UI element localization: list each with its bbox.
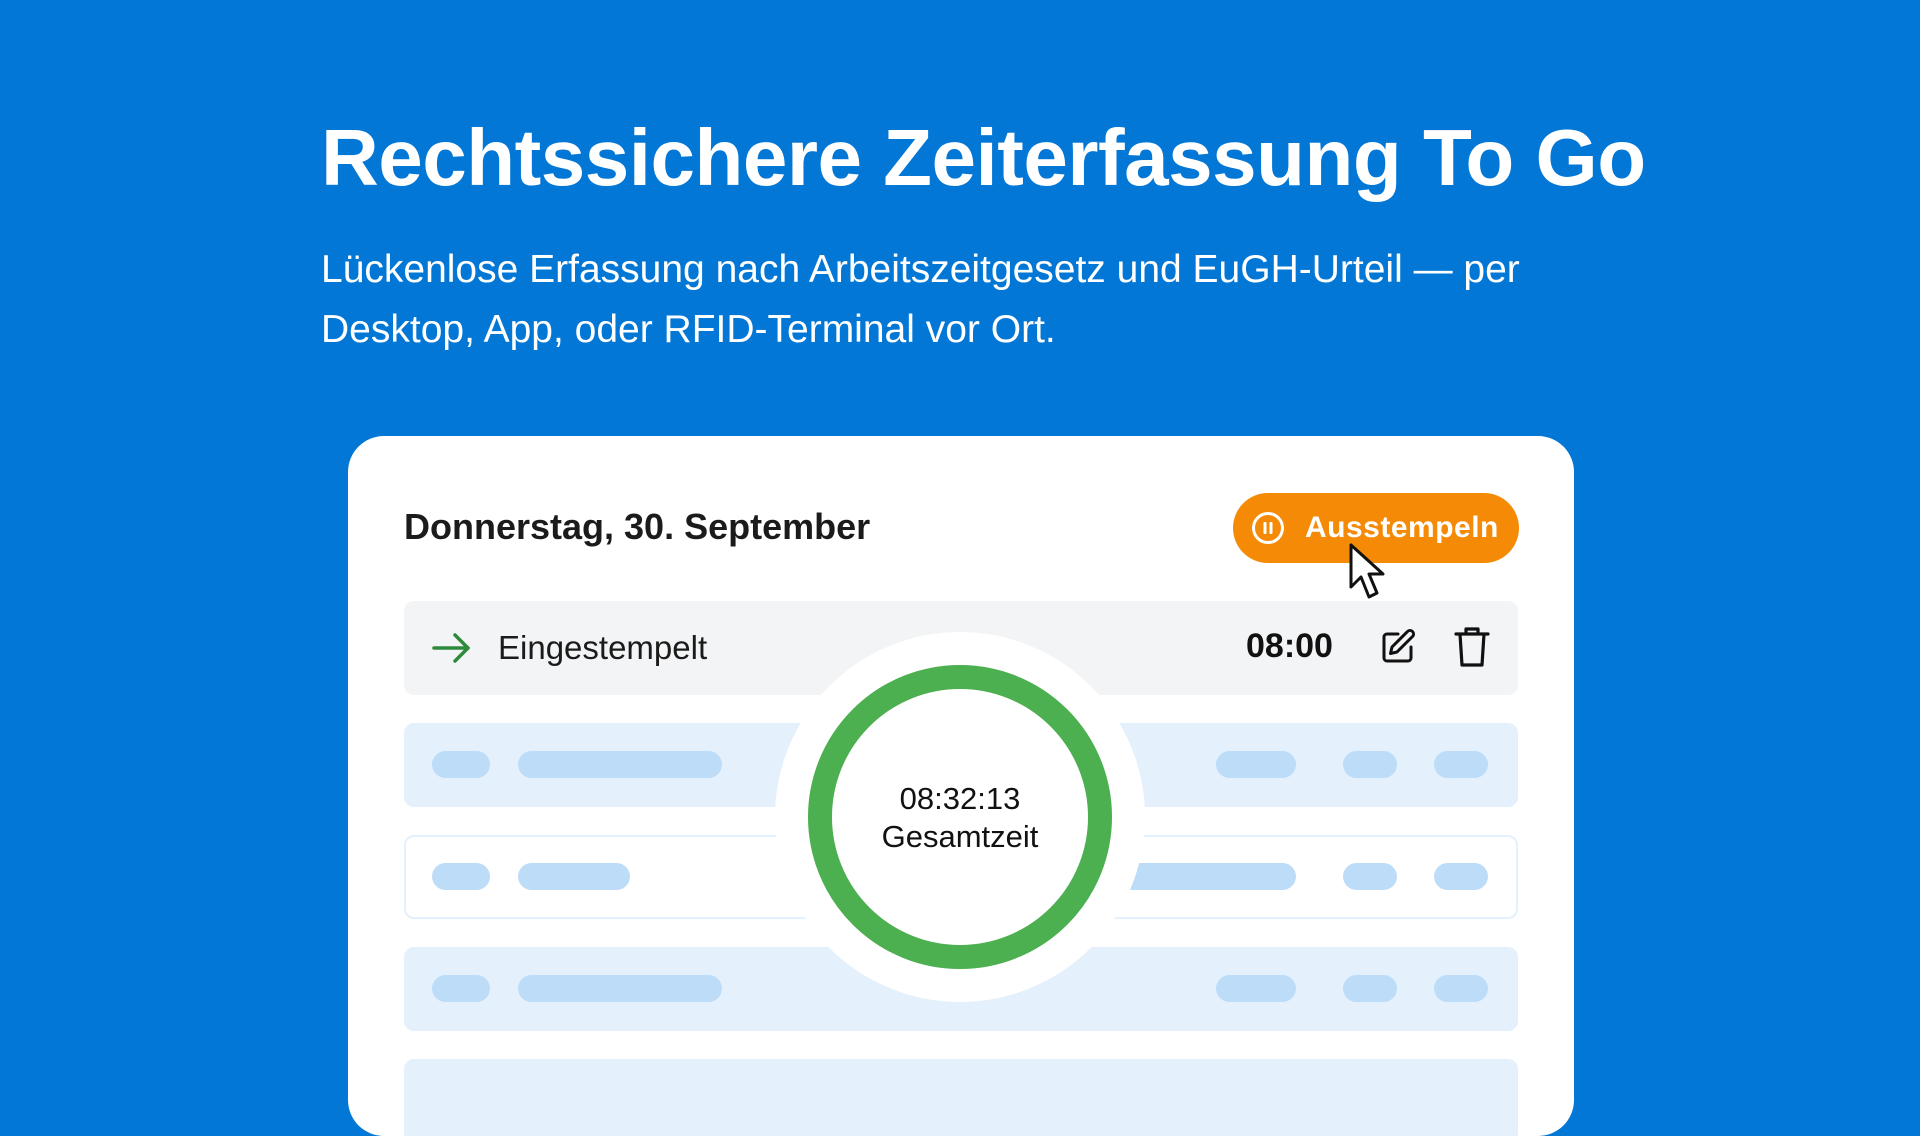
placeholder-pill <box>518 751 722 778</box>
arrow-right-icon <box>432 633 470 663</box>
placeholder-pill <box>1434 751 1488 778</box>
placeholder-pill <box>1343 751 1397 778</box>
headline: Rechtssichere Zeiterfassung To Go <box>321 113 1646 202</box>
placeholder-pill <box>1216 975 1296 1002</box>
placeholder-pill <box>518 863 630 890</box>
date-title: Donnerstag, 30. September <box>404 506 871 547</box>
placeholder-pill <box>432 751 490 778</box>
edit-icon[interactable] <box>1378 627 1418 667</box>
mouse-pointer-icon <box>1349 543 1385 599</box>
placeholder-pill <box>1343 863 1397 890</box>
total-time-label: Gesamtzeit <box>881 819 1039 854</box>
entry-time: 08:00 <box>1246 627 1333 665</box>
total-time-value: 08:32:13 <box>899 781 1021 816</box>
placeholder-row <box>404 1059 1518 1136</box>
subline: Lückenlose Erfassung nach Arbeitszeitges… <box>321 248 1520 351</box>
placeholder-pill <box>518 975 722 1002</box>
trash-icon[interactable] <box>1454 625 1490 669</box>
entry-label: Eingestempelt <box>498 629 708 666</box>
placeholder-pill <box>1434 975 1488 1002</box>
clock-out-label: Ausstempeln <box>1305 511 1499 544</box>
placeholder-pill <box>432 975 490 1002</box>
placeholder-pill <box>1343 975 1397 1002</box>
pause-circle-icon <box>1252 512 1284 544</box>
placeholder-pill <box>1434 863 1488 890</box>
placeholder-pill <box>1216 751 1296 778</box>
placeholder-pill <box>432 863 490 890</box>
time-tracking-card: Donnerstag, 30. September Ausstempeln Ei… <box>348 436 1574 1136</box>
